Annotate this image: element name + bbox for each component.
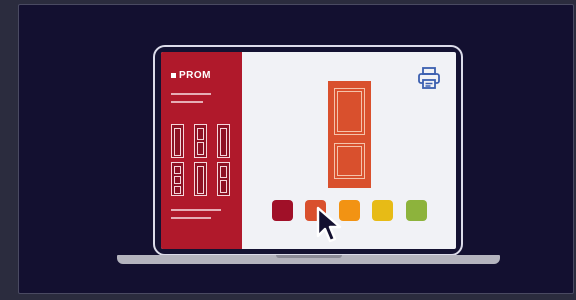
door-thumbnail[interactable] (194, 162, 207, 196)
door-thumbnail[interactable] (171, 124, 184, 158)
sidebar: PROM (161, 52, 242, 249)
color-swatch-green[interactable] (406, 200, 427, 221)
logo-mark-icon (171, 72, 176, 78)
door-panel-bottom (334, 143, 365, 179)
brand-name: PROM (179, 69, 211, 81)
door-thumbnail[interactable] (171, 162, 184, 196)
sidebar-text-line (171, 93, 211, 95)
sidebar-text-line (171, 217, 211, 219)
sidebar-text-line (171, 209, 221, 211)
brand-logo: PROM (171, 69, 211, 81)
door-thumbnail[interactable] (217, 162, 230, 196)
door-preview (328, 81, 371, 188)
laptop-notch (276, 255, 342, 258)
color-swatch-yellow[interactable] (372, 200, 393, 221)
laptop-display: PROM (161, 52, 456, 249)
printer-icon[interactable] (417, 66, 441, 90)
door-thumbnail[interactable] (194, 124, 207, 158)
mouse-pointer-icon (316, 206, 342, 243)
sidebar-text-line (171, 101, 203, 103)
door-thumbnail[interactable] (217, 124, 230, 158)
color-swatch-dark-red[interactable] (272, 200, 293, 221)
door-panel-top (334, 88, 365, 135)
